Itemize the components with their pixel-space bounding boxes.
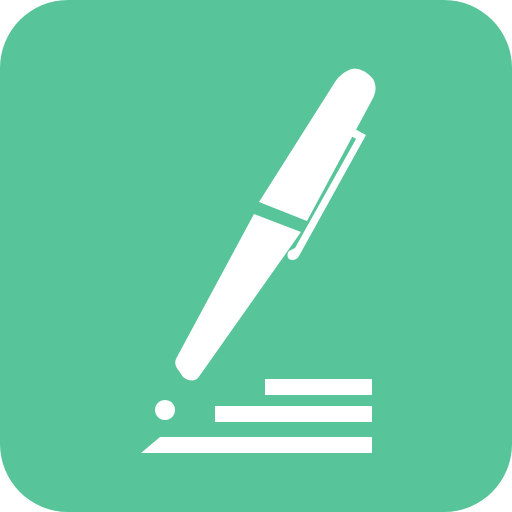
app-icon[interactable] [0,0,512,512]
writing-line-bottom [141,437,372,453]
ink-dot [155,400,175,420]
writing-line-top [265,379,372,395]
writing-line-middle [215,406,372,422]
pen-writing-icon [0,0,512,512]
